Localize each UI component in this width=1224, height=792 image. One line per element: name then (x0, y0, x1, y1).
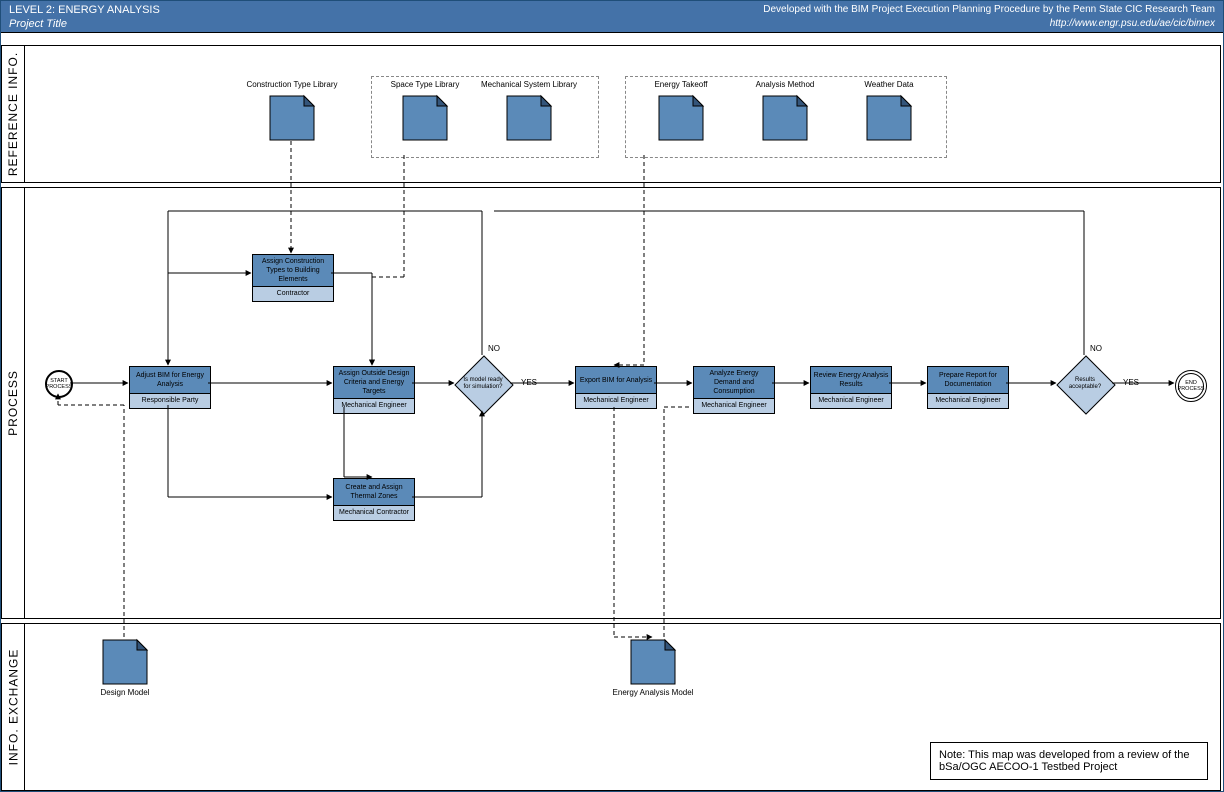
lane-reference-label: REFERENCE INFO. (1, 45, 25, 183)
gateway-ready: Is model ready for simulation? (455, 356, 511, 412)
task-assign-criteria: Assign Outside Design Criteria and Energ… (333, 366, 415, 414)
task-adjust-bim: Adjust BIM for Energy Analysis Responsib… (129, 366, 211, 409)
label-yes-1: YES (521, 378, 537, 387)
lane-process-label: PROCESS (1, 187, 25, 619)
task-analyze: Analyze Energy Demand and Consumption Me… (693, 366, 775, 414)
ref-doc-label-space: Space Type Library (375, 80, 475, 89)
exch-doc-label-dm: Design Model (75, 688, 175, 697)
ref-doc-weather (865, 94, 913, 142)
lane-process: START PROCESS Adjust BIM for Energy Anal… (24, 187, 1221, 619)
lane-exchange-label: INFO. EXCHANGE (1, 623, 25, 791)
url: http://www.engr.psu.edu/ae/cic/bimex (763, 17, 1215, 31)
header-bar: LEVEL 2: ENERGY ANALYSIS Project Title D… (1, 1, 1223, 33)
label-yes-2: YES (1123, 378, 1139, 387)
ref-doc-construction (268, 94, 316, 142)
ref-doc-label-mech: Mechanical System Library (479, 80, 579, 89)
exch-doc-design-model (101, 638, 149, 686)
ref-doc-label-weather: Weather Data (839, 80, 939, 89)
lane-reference: Construction Type Library Space Type Lib… (24, 45, 1221, 183)
task-review: Review Energy Analysis Results Mechanica… (810, 366, 892, 409)
ref-doc-label-method: Analysis Method (735, 80, 835, 89)
end-event: END PROCESS (1175, 370, 1207, 402)
task-report: Prepare Report for Documentation Mechani… (927, 366, 1009, 409)
note-box: Note: This map was developed from a revi… (930, 742, 1208, 780)
ref-doc-takeoff (657, 94, 705, 142)
ref-doc-space (401, 94, 449, 142)
ref-doc-label-takeoff: Energy Takeoff (631, 80, 731, 89)
gateway-acceptable: Results acceptable? (1057, 356, 1113, 412)
ref-doc-label-construction: Construction Type Library (242, 80, 342, 89)
task-thermal-zones: Create and Assign Thermal Zones Mechanic… (333, 478, 415, 521)
task-assign-construction: Assign Construction Types to Building El… (252, 254, 334, 302)
exch-doc-energy-model (629, 638, 677, 686)
attribution: Developed with the BIM Project Execution… (763, 3, 1215, 17)
lane-exchange: Design Model Energy Analysis Model Note:… (24, 623, 1221, 791)
label-no-2: NO (1090, 344, 1102, 353)
start-event: START PROCESS (45, 370, 73, 398)
label-no-1: NO (488, 344, 500, 353)
ref-doc-method (761, 94, 809, 142)
project-title: Project Title (9, 17, 160, 31)
exch-doc-label-eam: Energy Analysis Model (603, 688, 703, 697)
level-title: LEVEL 2: ENERGY ANALYSIS (9, 3, 160, 17)
task-export-bim: Export BIM for Analysis Mechanical Engin… (575, 366, 657, 409)
ref-doc-mech (505, 94, 553, 142)
